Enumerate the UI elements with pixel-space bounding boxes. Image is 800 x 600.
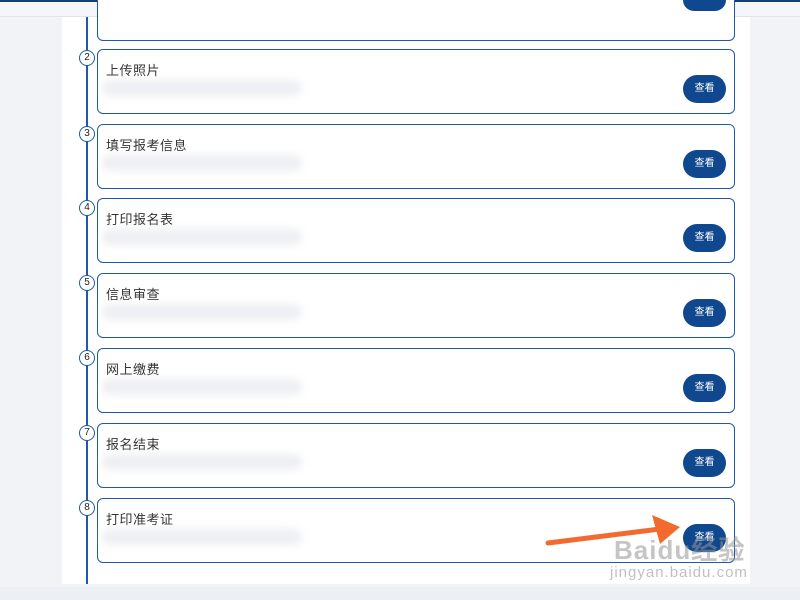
blurred-description <box>102 379 302 395</box>
step-number: 7 <box>79 425 95 441</box>
step-number: 2 <box>79 50 95 66</box>
bottom-bar <box>0 587 800 600</box>
step-card-fill-info: 填写报考信息 查看 <box>97 124 735 189</box>
blurred-description <box>102 155 302 171</box>
previous-view-button[interactable] <box>683 0 726 11</box>
view-button[interactable]: 查看 <box>683 299 726 327</box>
previous-step-card <box>97 0 735 41</box>
view-button[interactable]: 查看 <box>683 449 726 477</box>
step-number: 8 <box>79 500 95 516</box>
step-title: 上传照片 <box>106 63 161 78</box>
step-number: 5 <box>79 275 95 291</box>
blurred-description <box>102 304 302 320</box>
step-card-print-form: 打印报名表 查看 <box>97 198 735 263</box>
watermark-url: jingyan.baidu.com <box>610 564 748 581</box>
view-button[interactable]: 查看 <box>683 75 726 103</box>
step-card-info-review: 信息审查 查看 <box>97 273 735 338</box>
timeline-line <box>86 17 88 584</box>
blurred-description <box>102 454 302 470</box>
step-card-online-payment: 网上缴费 查看 <box>97 348 735 413</box>
step-title: 信息审查 <box>106 287 161 302</box>
step-title: 网上缴费 <box>106 362 161 377</box>
view-button[interactable]: 查看 <box>683 224 726 252</box>
step-title: 打印准考证 <box>106 512 174 527</box>
step-number: 4 <box>79 200 95 216</box>
step-title: 填写报考信息 <box>106 138 188 153</box>
watermark-logo: Baidu经验 <box>614 535 746 565</box>
blurred-description <box>102 229 302 245</box>
step-title: 报名结束 <box>106 437 161 452</box>
step-card-upload-photo: 上传照片 查看 <box>97 49 735 114</box>
step-number: 3 <box>79 126 95 142</box>
step-card-registration-end: 报名结束 查看 <box>97 423 735 488</box>
view-button[interactable]: 查看 <box>683 374 726 402</box>
step-number: 6 <box>79 350 95 366</box>
blurred-description <box>102 80 302 96</box>
blurred-description <box>102 529 302 545</box>
step-title: 打印报名表 <box>106 212 174 227</box>
view-button[interactable]: 查看 <box>683 150 726 178</box>
